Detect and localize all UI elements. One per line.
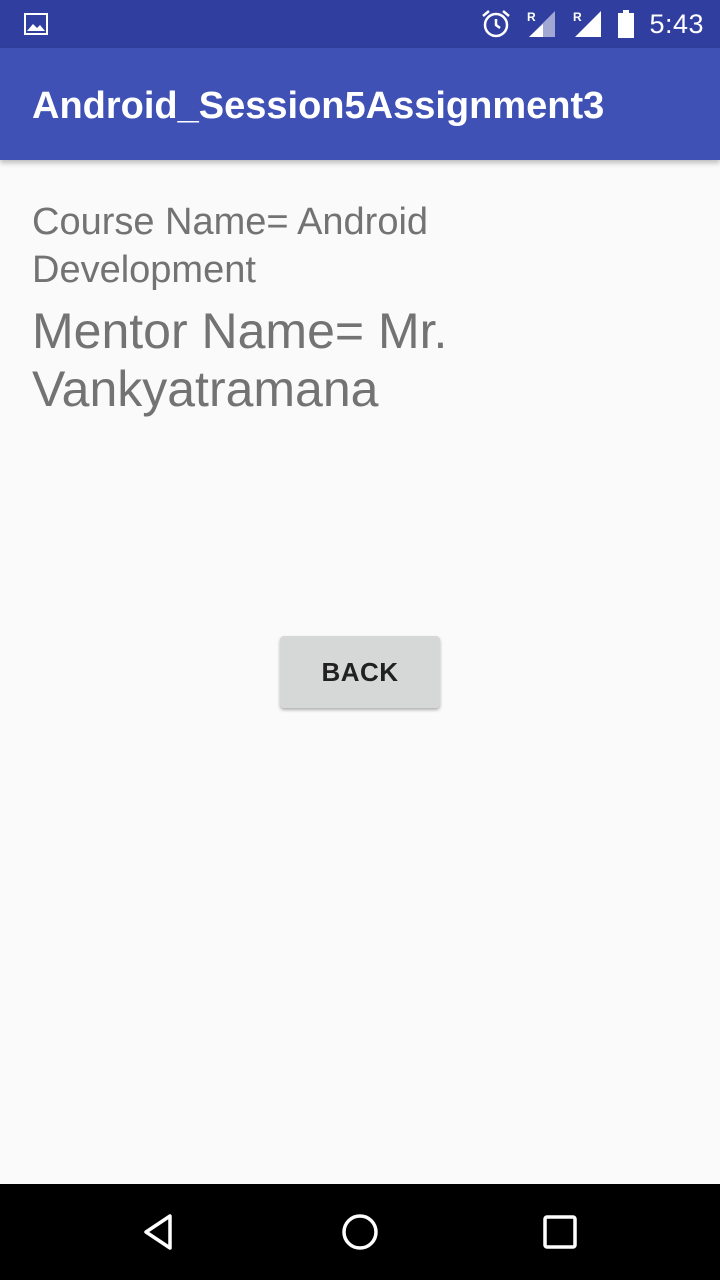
app-title: Android_Session5Assignment3 [32,85,605,127]
roaming-label: R [573,10,582,24]
back-button[interactable]: BACK [280,636,440,708]
content: Course Name= Android Development Mentor … [32,198,672,418]
nav-bar [0,1184,720,1280]
battery-icon [618,10,635,38]
roaming-label: R [527,10,536,24]
status-bar: R R 5:43 [0,0,720,48]
recents-square-icon[interactable] [536,1208,584,1256]
alarm-icon [482,10,511,38]
screen: R R 5:43 Android_Session5Assignment3 Cou… [0,0,720,1280]
status-icons: R R 5:43 [481,0,704,48]
course-name-text: Course Name= Android Development [32,201,429,291]
signal-roaming-icon: R [527,10,556,37]
signal-roaming-icon: R [573,10,602,37]
app-bar: Android_Session5Assignment3 [0,48,720,160]
mentor-name-text: Mentor Name= Mr. Vankyatramana [32,303,448,417]
status-time: 5:43 [649,8,704,39]
home-circle-icon[interactable] [336,1208,384,1256]
back-triangle-icon[interactable] [136,1208,184,1256]
image-notification-icon [24,13,48,35]
